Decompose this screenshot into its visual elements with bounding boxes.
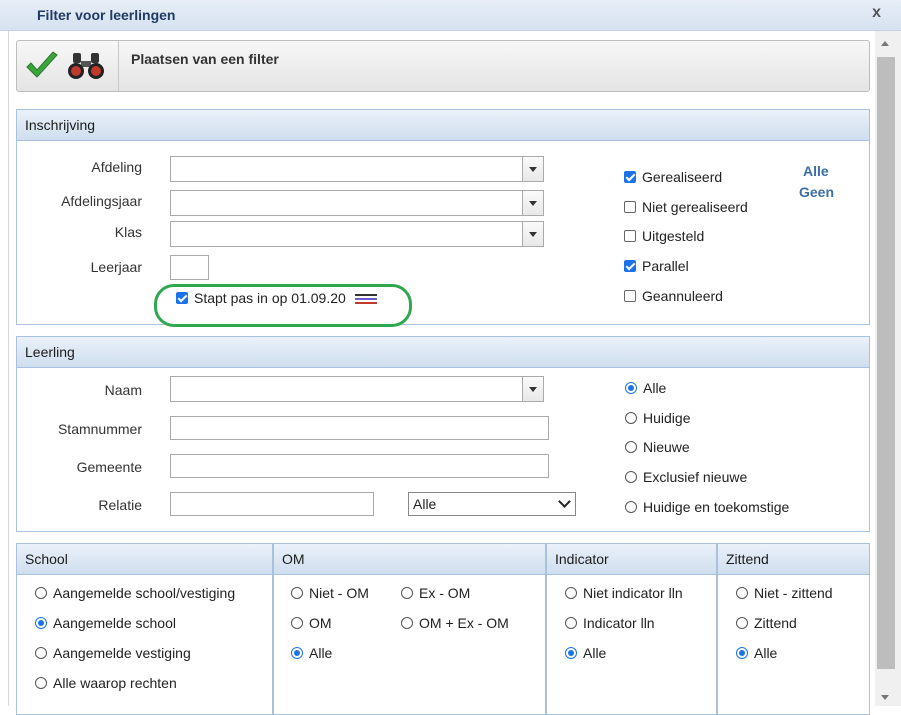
- toolbar-title: Plaatsen van een filter: [131, 51, 279, 67]
- leerjaar-label: Leerjaar: [90, 259, 142, 275]
- radio-icon[interactable]: [35, 677, 47, 689]
- school-radio-school-vestiging[interactable]: Aangemelde school/vestiging: [35, 585, 235, 601]
- om-radio-alle[interactable]: Alle: [291, 645, 332, 661]
- status-gerealiseerd[interactable]: Gerealiseerd: [624, 169, 722, 185]
- indicator-radio-alle[interactable]: Alle: [565, 645, 606, 661]
- vertical-scrollbar[interactable]: [875, 31, 901, 706]
- radio-icon[interactable]: [565, 647, 577, 659]
- om-radio-om-ex-om[interactable]: OM + Ex - OM: [401, 615, 509, 631]
- toolbar-separator: [118, 41, 119, 91]
- status-parallel[interactable]: Parallel: [624, 258, 689, 274]
- toolbar: Plaatsen van een filter: [16, 40, 870, 92]
- relatie-label: Relatie: [98, 497, 142, 513]
- zittend-header: Zittend: [718, 544, 869, 575]
- status-niet-gerealiseerd[interactable]: Niet gerealiseerd: [624, 199, 748, 215]
- close-icon[interactable]: x: [872, 4, 881, 22]
- stamnummer-label: Stamnummer: [57, 421, 142, 437]
- radio-icon[interactable]: [291, 647, 303, 659]
- checkbox-icon[interactable]: [624, 171, 636, 183]
- dialog-titlebar: Filter voor leerlingen x: [0, 0, 901, 31]
- radio-icon[interactable]: [565, 617, 577, 629]
- status-geannuleerd[interactable]: Geannuleerd: [624, 288, 723, 304]
- leerling-radio-huidige[interactable]: Huidige: [625, 410, 690, 426]
- zittend-radio-alle[interactable]: Alle: [736, 645, 777, 661]
- school-radio-vestiging[interactable]: Aangemelde vestiging: [35, 645, 191, 661]
- om-radio-om[interactable]: OM: [291, 615, 332, 631]
- geen-link[interactable]: Geen: [799, 184, 834, 200]
- inschrijving-panel: Inschrijving: [16, 109, 870, 325]
- radio-icon[interactable]: [291, 617, 303, 629]
- radio-icon[interactable]: [736, 587, 748, 599]
- checkbox-icon[interactable]: [624, 201, 636, 213]
- checkmark-icon[interactable]: [25, 51, 59, 81]
- radio-icon[interactable]: [736, 647, 748, 659]
- afdelingsjaar-combo[interactable]: [170, 190, 544, 216]
- radio-icon[interactable]: [401, 587, 413, 599]
- stamnummer-input[interactable]: [170, 416, 549, 440]
- gemeente-input[interactable]: [170, 454, 549, 478]
- leerling-radio-exclusief-nieuwe[interactable]: Exclusief nieuwe: [625, 469, 747, 485]
- chevron-down-icon[interactable]: [522, 222, 543, 246]
- school-radio-school[interactable]: Aangemelde school: [35, 615, 176, 631]
- zittend-radio-niet[interactable]: Niet - zittend: [736, 585, 833, 601]
- checkbox-icon[interactable]: [176, 292, 188, 304]
- checkbox-icon[interactable]: [624, 260, 636, 272]
- afdeling-label: Afdeling: [91, 159, 142, 175]
- radio-icon[interactable]: [736, 617, 748, 629]
- zittend-radio-zittend[interactable]: Zittend: [736, 615, 797, 631]
- om-radio-niet-om[interactable]: Niet - OM: [291, 585, 369, 601]
- school-radio-alle-rechten[interactable]: Alle waarop rechten: [35, 675, 177, 691]
- om-radio-ex-om[interactable]: Ex - OM: [401, 585, 470, 601]
- scroll-up-icon[interactable]: [881, 41, 889, 46]
- stapt-pas-checkbox[interactable]: Stapt pas in op 01.09.20: [176, 290, 346, 306]
- radio-icon[interactable]: [35, 647, 47, 659]
- afdelingsjaar-label: Afdelingsjaar: [61, 193, 142, 209]
- leerling-header: Leerling: [17, 337, 869, 368]
- chevron-down-icon[interactable]: [522, 191, 543, 215]
- om-header: OM: [274, 544, 545, 575]
- radio-icon[interactable]: [35, 587, 47, 599]
- radio-icon[interactable]: [625, 382, 637, 394]
- radio-icon[interactable]: [401, 617, 413, 629]
- leerling-radio-huidige-en-toekomstige[interactable]: Huidige en toekomstige: [625, 499, 789, 515]
- radio-icon[interactable]: [35, 617, 47, 629]
- chevron-down-icon[interactable]: [522, 157, 543, 181]
- dialog-content: Plaatsen van een filter Inschrijving Afd…: [8, 31, 875, 715]
- status-uitgesteld[interactable]: Uitgesteld: [624, 228, 704, 244]
- leerling-radio-alle[interactable]: Alle: [625, 380, 666, 396]
- radio-icon[interactable]: [291, 587, 303, 599]
- radio-icon[interactable]: [625, 412, 637, 424]
- radio-icon[interactable]: [625, 471, 637, 483]
- dialog-title: Filter voor leerlingen: [37, 7, 176, 23]
- leerjaar-input[interactable]: [170, 255, 209, 280]
- naam-label: Naam: [104, 382, 142, 398]
- inschrijving-header: Inschrijving: [17, 110, 869, 141]
- alle-link[interactable]: Alle: [803, 163, 829, 179]
- radio-icon[interactable]: [625, 441, 637, 453]
- naam-combo[interactable]: [170, 376, 544, 402]
- scrollbar-thumb[interactable]: [877, 57, 895, 669]
- chevron-down-icon[interactable]: [522, 377, 543, 401]
- radio-icon[interactable]: [565, 587, 577, 599]
- chevron-down-icon[interactable]: [558, 495, 571, 508]
- indicator-radio-niet[interactable]: Niet indicator lln: [565, 585, 683, 601]
- klas-combo[interactable]: [170, 221, 544, 247]
- gemeente-label: Gemeente: [76, 459, 142, 475]
- binoculars-icon[interactable]: [67, 51, 105, 81]
- indicator-header: Indicator: [547, 544, 716, 575]
- checkbox-icon[interactable]: [624, 290, 636, 302]
- klas-label: Klas: [114, 224, 142, 240]
- scroll-down-icon[interactable]: [881, 695, 889, 700]
- school-header: School: [17, 544, 272, 575]
- leerling-radio-nieuwe[interactable]: Nieuwe: [625, 439, 690, 455]
- relatie-input[interactable]: [170, 492, 374, 516]
- calendar-icon[interactable]: [355, 294, 377, 304]
- checkbox-icon[interactable]: [624, 230, 636, 242]
- relatie-select[interactable]: Alle: [408, 492, 576, 516]
- radio-icon[interactable]: [625, 501, 637, 513]
- afdeling-combo[interactable]: [170, 156, 544, 182]
- indicator-radio-indicator[interactable]: Indicator lln: [565, 615, 655, 631]
